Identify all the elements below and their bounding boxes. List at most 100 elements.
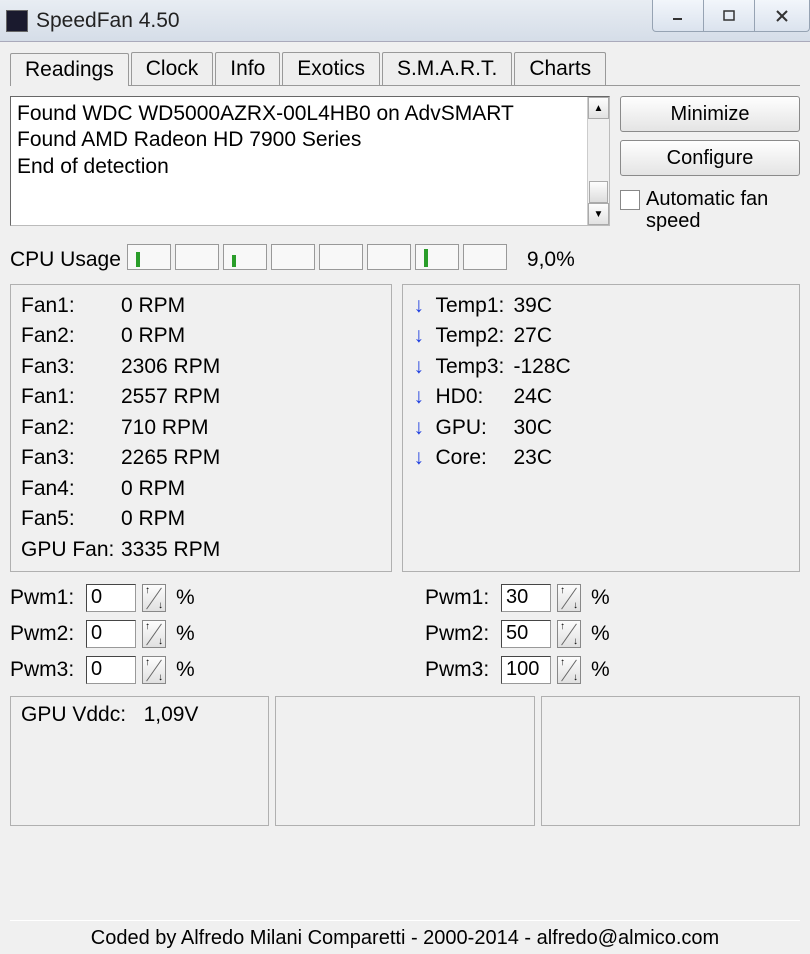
temp-value: -128C — [513, 352, 570, 382]
pwm-section: Pwm1:%Pwm2:%Pwm3:% Pwm1:%Pwm2:%Pwm3:% — [10, 584, 800, 684]
pwm-value-input[interactable] — [501, 656, 551, 684]
window-title: SpeedFan 4.50 — [36, 9, 180, 33]
pwm-value-input[interactable] — [86, 584, 136, 612]
tab-smart[interactable]: S.M.A.R.T. — [382, 52, 512, 85]
fan-row: Fan1:2557 RPM — [21, 382, 381, 412]
tab-clock[interactable]: Clock — [131, 52, 214, 85]
voltage-label: GPU Vddc: — [21, 703, 126, 726]
pwm-percent-sign: % — [591, 586, 610, 610]
pwm-label: Pwm3: — [425, 658, 495, 682]
down-arrow-icon: ↓ — [413, 352, 429, 382]
auto-fan-checkbox[interactable] — [620, 190, 640, 210]
titlebar: SpeedFan 4.50 — [0, 0, 810, 42]
pwm-spinner[interactable] — [142, 620, 166, 648]
window-minimize-button[interactable] — [652, 0, 704, 32]
minimize-button[interactable]: Minimize — [620, 96, 800, 132]
temp-value: 23C — [513, 443, 552, 473]
pwm-value-input[interactable] — [86, 656, 136, 684]
cpu-core-bar — [127, 244, 171, 270]
pwm-control: Pwm2:% — [10, 620, 385, 648]
tab-charts[interactable]: Charts — [514, 52, 606, 85]
fan-name: Fan5: — [21, 504, 121, 534]
pwm-value-input[interactable] — [501, 620, 551, 648]
cpu-core-bar — [175, 244, 219, 270]
fan-rpm: 2306 RPM — [121, 352, 220, 382]
down-arrow-icon: ↓ — [413, 413, 429, 443]
temp-row: ↓Core:23C — [413, 443, 789, 473]
fan-rpm: 0 RPM — [121, 504, 185, 534]
pwm-label: Pwm1: — [10, 586, 80, 610]
scroll-track[interactable] — [588, 119, 609, 203]
cpu-core-bar — [223, 244, 267, 270]
fan-name: GPU Fan: — [21, 535, 121, 565]
fan-rpm: 2265 RPM — [121, 443, 220, 473]
down-arrow-icon: ↓ — [413, 291, 429, 321]
pwm-value-input[interactable] — [501, 584, 551, 612]
pwm-right-col: Pwm1:%Pwm2:%Pwm3:% — [425, 584, 800, 684]
pwm-control: Pwm1:% — [425, 584, 800, 612]
pwm-percent-sign: % — [176, 586, 195, 610]
window-maximize-button[interactable] — [703, 0, 755, 32]
pwm-value-input[interactable] — [86, 620, 136, 648]
down-arrow-icon: ↓ — [413, 382, 429, 412]
voltage-box-3 — [541, 696, 800, 826]
fan-rpm: 0 RPM — [121, 291, 185, 321]
window-controls — [653, 0, 810, 36]
tab-info[interactable]: Info — [215, 52, 280, 85]
temp-value: 39C — [513, 291, 552, 321]
pwm-percent-sign: % — [176, 622, 195, 646]
tab-readings[interactable]: Readings — [10, 53, 129, 86]
fan-row: Fan2:710 RPM — [21, 413, 381, 443]
pwm-control: Pwm2:% — [425, 620, 800, 648]
fan-name: Fan3: — [21, 443, 121, 473]
pwm-spinner[interactable] — [557, 656, 581, 684]
temp-name: Temp2: — [435, 321, 513, 351]
fan-rpm: 0 RPM — [121, 321, 185, 351]
tab-exotics[interactable]: Exotics — [282, 52, 380, 85]
temp-name: Core: — [435, 443, 513, 473]
down-arrow-icon: ↓ — [413, 321, 429, 351]
pwm-label: Pwm2: — [425, 622, 495, 646]
cpu-core-bar — [463, 244, 507, 270]
cpu-core-bar — [271, 244, 315, 270]
window-close-button[interactable] — [754, 0, 810, 32]
fan-rpm: 3335 RPM — [121, 535, 220, 565]
pwm-spinner[interactable] — [142, 584, 166, 612]
pwm-spinner[interactable] — [557, 584, 581, 612]
configure-button[interactable]: Configure — [620, 140, 800, 176]
temp-row: ↓GPU:30C — [413, 413, 789, 443]
pwm-control: Pwm1:% — [10, 584, 385, 612]
voltage-section: GPU Vddc: 1,09V — [10, 696, 800, 826]
fan-row: Fan2:0 RPM — [21, 321, 381, 351]
pwm-label: Pwm1: — [425, 586, 495, 610]
temp-name: GPU: — [435, 413, 513, 443]
pwm-percent-sign: % — [591, 622, 610, 646]
temp-name: Temp1: — [435, 291, 513, 321]
cpu-usage-percent: 9,0% — [527, 248, 575, 272]
pwm-spinner[interactable] — [557, 620, 581, 648]
side-buttons: Minimize Configure Automatic fan speed — [620, 96, 800, 232]
cpu-usage-label: CPU Usage — [10, 248, 121, 272]
fan-name: Fan2: — [21, 413, 121, 443]
temp-name: Temp3: — [435, 352, 513, 382]
temp-row: ↓Temp2:27C — [413, 321, 789, 351]
pwm-control: Pwm3:% — [425, 656, 800, 684]
fan-row: Fan4:0 RPM — [21, 474, 381, 504]
voltage-box: GPU Vddc: 1,09V — [10, 696, 269, 826]
fan-row: GPU Fan:3335 RPM — [21, 535, 381, 565]
voltage-value: 1,09V — [144, 703, 199, 726]
fan-name: Fan4: — [21, 474, 121, 504]
temp-row: ↓HD0:24C — [413, 382, 789, 412]
fan-name: Fan3: — [21, 352, 121, 382]
pwm-spinner[interactable] — [142, 656, 166, 684]
pwm-label: Pwm3: — [10, 658, 80, 682]
auto-fan-label: Automatic fan speed — [646, 188, 800, 232]
scroll-up-icon[interactable]: ▲ — [588, 97, 609, 119]
down-arrow-icon: ↓ — [413, 443, 429, 473]
scroll-thumb[interactable] — [589, 181, 608, 203]
log-scrollbar[interactable]: ▲ ▼ — [587, 97, 609, 225]
app-icon — [6, 10, 28, 32]
fan-name: Fan2: — [21, 321, 121, 351]
scroll-down-icon[interactable]: ▼ — [588, 203, 609, 225]
cpu-usage-row: CPU Usage 9,0% — [10, 244, 800, 276]
